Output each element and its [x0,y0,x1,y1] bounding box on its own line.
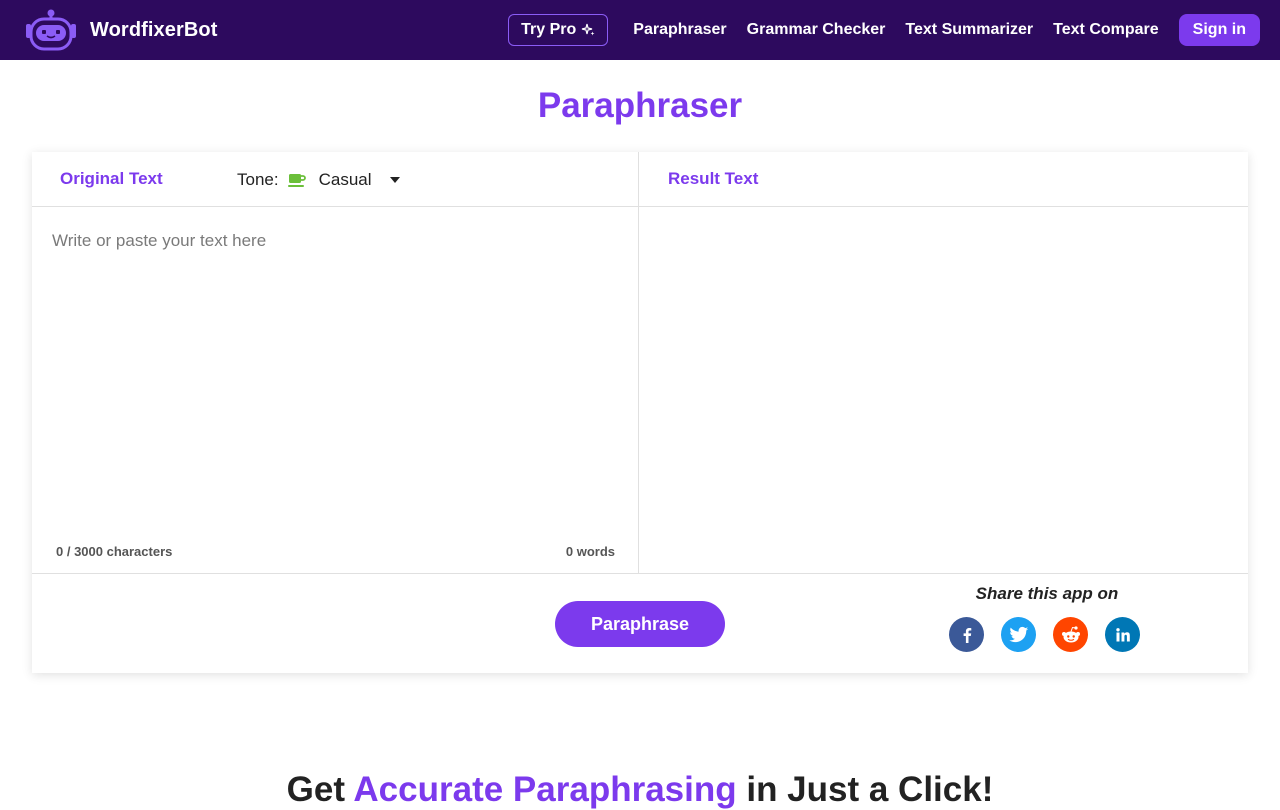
original-text-area: 0 / 3000 characters 0 words [32,207,639,574]
sign-in-button[interactable]: Sign in [1178,14,1260,46]
twitter-icon[interactable] [1001,617,1036,652]
share-icons [949,617,1140,652]
tone-label: Tone: [237,169,279,189]
original-pane-header: Original Text Tone: Casual [32,152,639,207]
robot-logo-icon [26,9,76,51]
promo-part1: Get [286,770,354,809]
character-count: 0 / 3000 characters [56,544,173,559]
caret-down-icon [389,176,400,183]
brand[interactable]: WordfixerBot [22,8,218,52]
original-text-label: Original Text [60,169,163,188]
original-text-input[interactable] [32,207,638,527]
facebook-icon[interactable] [949,617,984,652]
brand-name: WordfixerBot [90,18,218,41]
promo-heading: Get Accurate Paraphrasing in Just a Clic… [0,770,1280,810]
nav-link-grammar-checker[interactable]: Grammar Checker [747,21,886,39]
linkedin-icon[interactable] [1105,617,1140,652]
reddit-icon[interactable] [1053,617,1088,652]
coffee-cup-icon [287,173,306,187]
promo-accent: Accurate Paraphrasing [353,770,737,809]
word-count: 0 words [565,544,615,559]
result-text-area [639,207,1248,574]
page-title: Paraphraser [537,86,743,125]
sparkle-icon [582,23,595,36]
result-pane-header: Result Text [639,152,1248,207]
result-text-label: Result Text [668,169,759,188]
nav-link-text-summarizer[interactable]: Text Summarizer [905,21,1033,39]
tone-selector[interactable]: Tone: Casual [237,152,400,207]
top-navbar: WordfixerBot Try Pro Paraphraser Grammar… [0,0,1280,60]
nav-link-text-compare[interactable]: Text Compare [1053,21,1159,39]
nav-link-paraphraser[interactable]: Paraphraser [633,21,726,39]
paraphraser-card: Original Text Tone: Casual Result Text 0… [32,152,1248,673]
try-pro-label: Try Pro [521,21,577,38]
promo-part2: in Just a Click! [736,770,994,809]
tone-value: Casual [318,169,372,189]
share-label: Share this app on [975,584,1119,603]
paraphrase-button[interactable]: Paraphrase [555,601,725,647]
try-pro-button[interactable]: Try Pro [508,14,609,46]
nav-links: Try Pro Paraphraser Grammar Checker Text… [508,14,1260,46]
